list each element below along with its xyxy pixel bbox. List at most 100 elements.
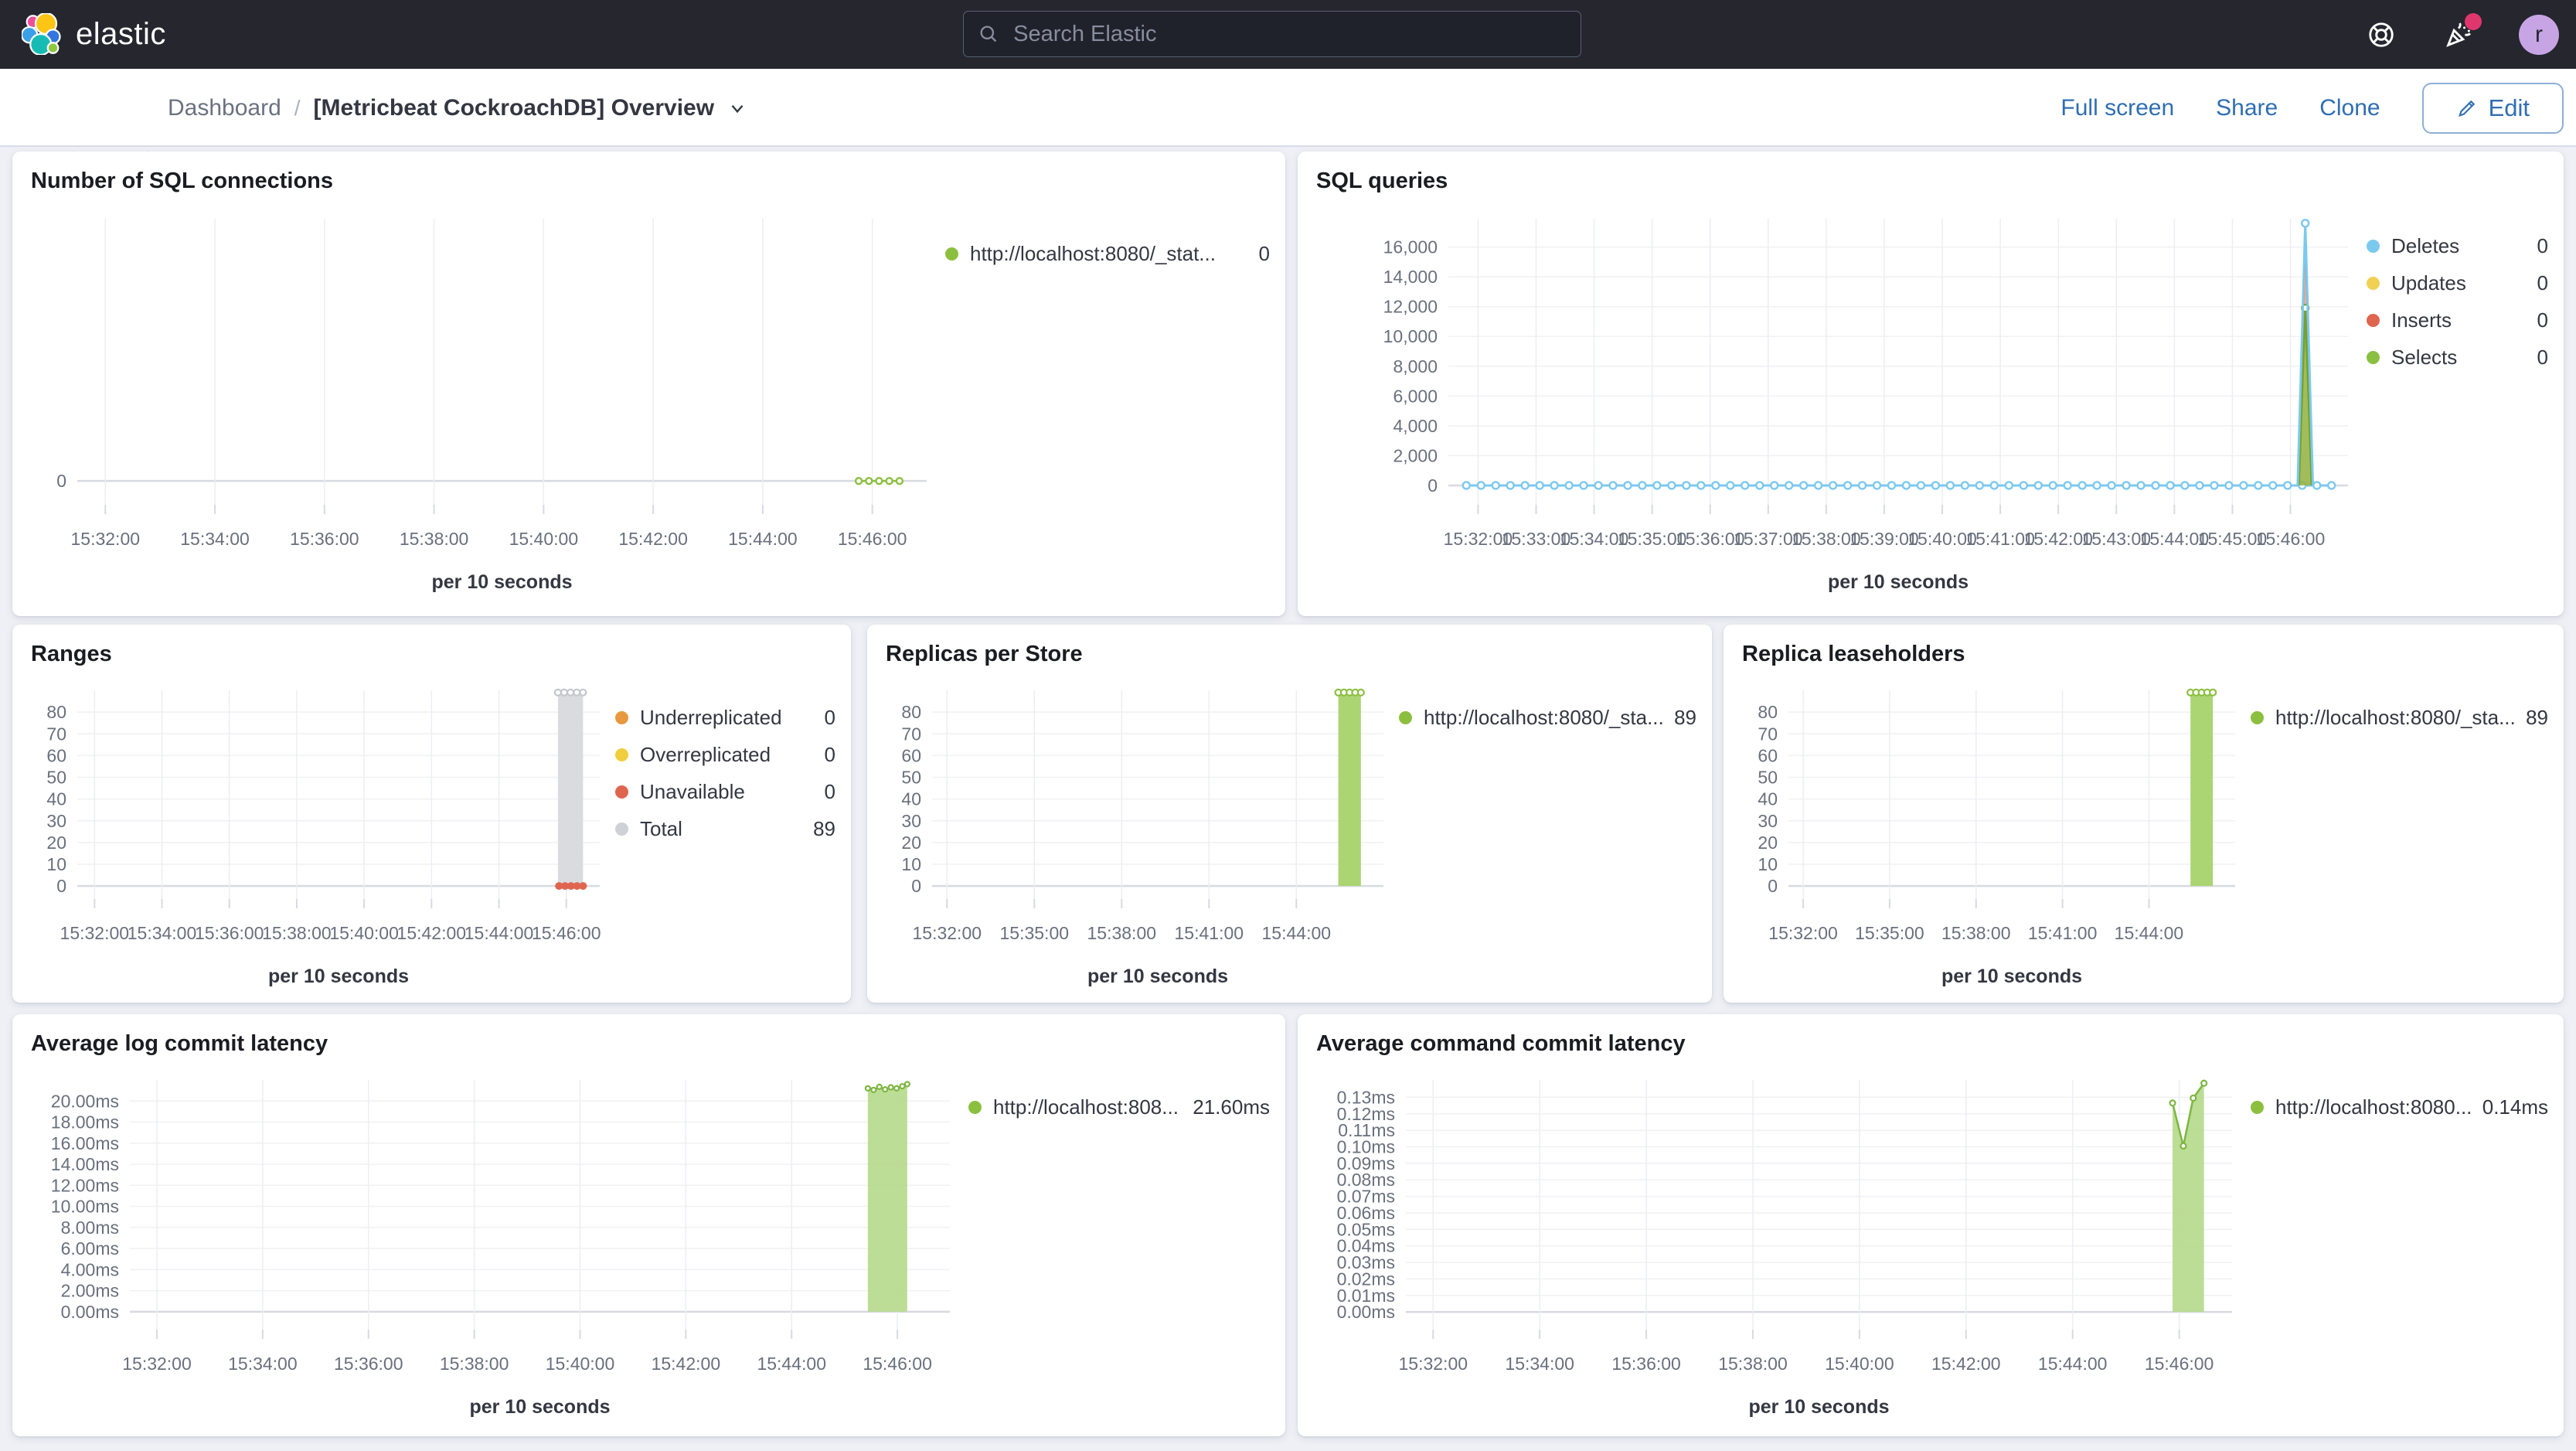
svg-text:8,000: 8,000 — [1393, 356, 1438, 376]
svg-text:0: 0 — [1428, 475, 1438, 496]
legend-item[interactable]: Updates 0 — [2367, 271, 2548, 295]
svg-text:15:44:00: 15:44:00 — [2038, 1354, 2108, 1374]
svg-text:30: 30 — [1758, 811, 1778, 831]
svg-text:0.13ms: 0.13ms — [1337, 1087, 1395, 1107]
chart-legend: http://localhost:808... 21.60ms — [968, 1060, 1270, 1424]
legend-item[interactable]: Unavailable 0 — [615, 780, 835, 804]
news-button[interactable] — [2442, 12, 2482, 52]
legend-series-value: 89 — [1674, 706, 1696, 729]
legend-series-label: Selects — [2391, 346, 2458, 369]
svg-text:70: 70 — [46, 724, 66, 744]
svg-text:15:42:00: 15:42:00 — [618, 529, 688, 549]
chart-average-log-commit-latency[interactable]: 0.00ms 2.00ms 4.00ms 6.00ms 8.00ms 10.00ms 12.… — [28, 1060, 968, 1424]
svg-text:15:32:00: 15:32:00 — [1399, 1354, 1468, 1374]
legend-item[interactable]: Inserts 0 — [2367, 308, 2548, 332]
legend-item[interactable]: http://localhost:8080... 0.14ms — [2251, 1095, 2548, 1119]
svg-text:50: 50 — [1758, 768, 1778, 788]
chart-svg: 01020304050 607080 15:32:00 15:35:00 15:38:0… — [901, 688, 1383, 987]
legend-item[interactable]: Selects 0 — [2367, 346, 2548, 370]
legend-series-label: http://localhost:8080/_sta... — [2275, 706, 2516, 729]
svg-text:15:44:00: 15:44:00 — [757, 1354, 826, 1374]
svg-text:15:40:00: 15:40:00 — [1825, 1354, 1894, 1374]
legend-item[interactable]: http://localhost:8080/_sta... 89 — [2251, 706, 2548, 730]
breadcrumb-bar: D Dashboard / [Metricbeat CockroachDB] O… — [0, 69, 2576, 202]
edit-button[interactable]: Edit — [2421, 82, 2564, 134]
svg-text:15:46:00: 15:46:00 — [2256, 529, 2326, 549]
legend-series-value: 0 — [824, 780, 835, 803]
chart-number-of-sql-connections[interactable]: 0 15:32:00 15:34:00 15:36:00 15:38:00 15:40:0… — [28, 197, 945, 604]
svg-text:14.00ms: 14.00ms — [51, 1154, 119, 1174]
svg-text:50: 50 — [46, 768, 66, 788]
legend-item[interactable]: http://localhost:8080/_stat... 0 — [945, 242, 1270, 266]
full-screen-button[interactable]: Full screen — [2060, 95, 2174, 121]
svg-text:50: 50 — [901, 768, 921, 788]
elastic-logo-icon — [22, 13, 61, 55]
panel-number-of-sql-connections: Number of SQL connections 0 15:32:00 15:34… — [12, 152, 1285, 616]
chart-ranges[interactable]: 0 10 20 30 40 50 60 70 80 15:32:00 15:34:00 15:36:0… — [28, 670, 615, 990]
svg-text:15:38:00: 15:38:00 — [1941, 923, 2011, 943]
chevron-down-icon[interactable] — [727, 98, 747, 118]
legend-series-value: 0 — [1258, 242, 1270, 265]
legend-series-value: 0 — [2537, 346, 2548, 369]
svg-text:6,000: 6,000 — [1393, 386, 1438, 406]
legend-item[interactable]: Underreplicated 0 — [615, 706, 835, 730]
legend-series-value: 0 — [2537, 271, 2548, 295]
chart-svg: 0.00ms0.01ms0.02ms0.03ms0.04ms0.05ms0.06… — [1337, 1079, 2232, 1418]
pencil-icon — [2458, 100, 2475, 117]
share-button[interactable]: Share — [2216, 95, 2278, 121]
svg-text:60: 60 — [1758, 745, 1778, 765]
svg-text:40: 40 — [901, 789, 921, 809]
svg-text:15:38:00: 15:38:00 — [262, 923, 332, 943]
help-button[interactable] — [2364, 18, 2398, 52]
svg-text:per 10 seconds: per 10 seconds — [469, 1396, 610, 1418]
svg-text:10: 10 — [901, 854, 921, 874]
svg-text:15:42:00: 15:42:00 — [1931, 1354, 2001, 1374]
clone-button[interactable]: Clone — [2319, 95, 2380, 121]
breadcrumb-separator: / — [294, 95, 301, 120]
svg-text:80: 80 — [1758, 702, 1778, 722]
svg-text:0: 0 — [1768, 876, 1778, 896]
svg-text:15:32:00: 15:32:00 — [122, 1354, 192, 1374]
svg-text:per 10 seconds: per 10 seconds — [431, 571, 572, 593]
legend-series-label: Unavailable — [640, 780, 745, 803]
panel-title: Number of SQL connections — [31, 169, 334, 193]
svg-text:70: 70 — [1758, 724, 1778, 744]
edit-button-label: Edit — [2488, 94, 2530, 121]
legend-series-dot — [2367, 314, 2380, 327]
user-avatar[interactable]: r — [2519, 14, 2559, 55]
legend-series-dot — [945, 247, 958, 261]
legend-series-dot — [968, 1101, 982, 1114]
panel-title: Replica leaseholders — [1742, 642, 1965, 666]
svg-text:per 10 seconds: per 10 seconds — [268, 966, 409, 987]
svg-text:15:38:00: 15:38:00 — [1718, 1354, 1788, 1374]
legend-item[interactable]: http://localhost:8080/_sta... 89 — [1399, 706, 1696, 730]
breadcrumb: Dashboard / [Metricbeat CockroachDB] Ove… — [168, 69, 747, 147]
legend-series-label: http://localhost:8080/_sta... — [1424, 706, 1664, 729]
legend-item[interactable]: Deletes 0 — [2367, 234, 2548, 258]
chart-replica-leaseholders[interactable]: 0 10 20 30 40 50 60 70 80 15:32:00 15:35:00 15:38:0… — [1739, 670, 2251, 990]
legend-series-label: Updates — [2391, 271, 2466, 295]
chart-replicas-per-store[interactable]: 0 10 20 30 40 50 60 70 80 15:32:00 15:35:00 15:38:0… — [883, 670, 1399, 990]
life-ring-icon — [2369, 22, 2394, 47]
legend-item[interactable]: Overreplicated 0 — [615, 743, 835, 767]
svg-text:16,000: 16,000 — [1383, 237, 1438, 257]
svg-text:15:34:00: 15:34:00 — [180, 529, 250, 549]
svg-text:15:38:00: 15:38:00 — [400, 529, 469, 549]
search-input[interactable] — [1012, 20, 1567, 48]
chart-svg: 01020304050 607080 15:32:00 15:35:00 15:38:0… — [1758, 688, 2235, 987]
chart-sql-queries[interactable]: 0 2,000 4,000 6,000 8,000 10,000 12,000 14,000 1… — [1313, 197, 2367, 604]
svg-text:15:36:00: 15:36:00 — [195, 923, 264, 943]
svg-text:15:46:00: 15:46:00 — [863, 1354, 932, 1374]
svg-text:15:36:00: 15:36:00 — [290, 529, 359, 549]
legend-item[interactable]: http://localhost:808... 21.60ms — [968, 1095, 1270, 1119]
svg-text:70: 70 — [901, 724, 921, 744]
svg-text:0: 0 — [911, 876, 921, 896]
panel-title: Average log commit latency — [31, 1031, 328, 1056]
elastic-logo[interactable]: elastic — [22, 13, 166, 55]
svg-text:15:44:00: 15:44:00 — [1262, 923, 1332, 943]
breadcrumb-dashboard-link[interactable]: Dashboard — [168, 95, 281, 121]
svg-text:80: 80 — [46, 702, 66, 722]
legend-item[interactable]: Total 89 — [615, 817, 835, 841]
global-search-bar[interactable] — [963, 11, 1581, 57]
chart-average-command-commit-latency[interactable]: 0.00ms 0.01ms 0.02ms 0.03ms 0.04ms 0.05ms 0.06… — [1313, 1060, 2251, 1424]
